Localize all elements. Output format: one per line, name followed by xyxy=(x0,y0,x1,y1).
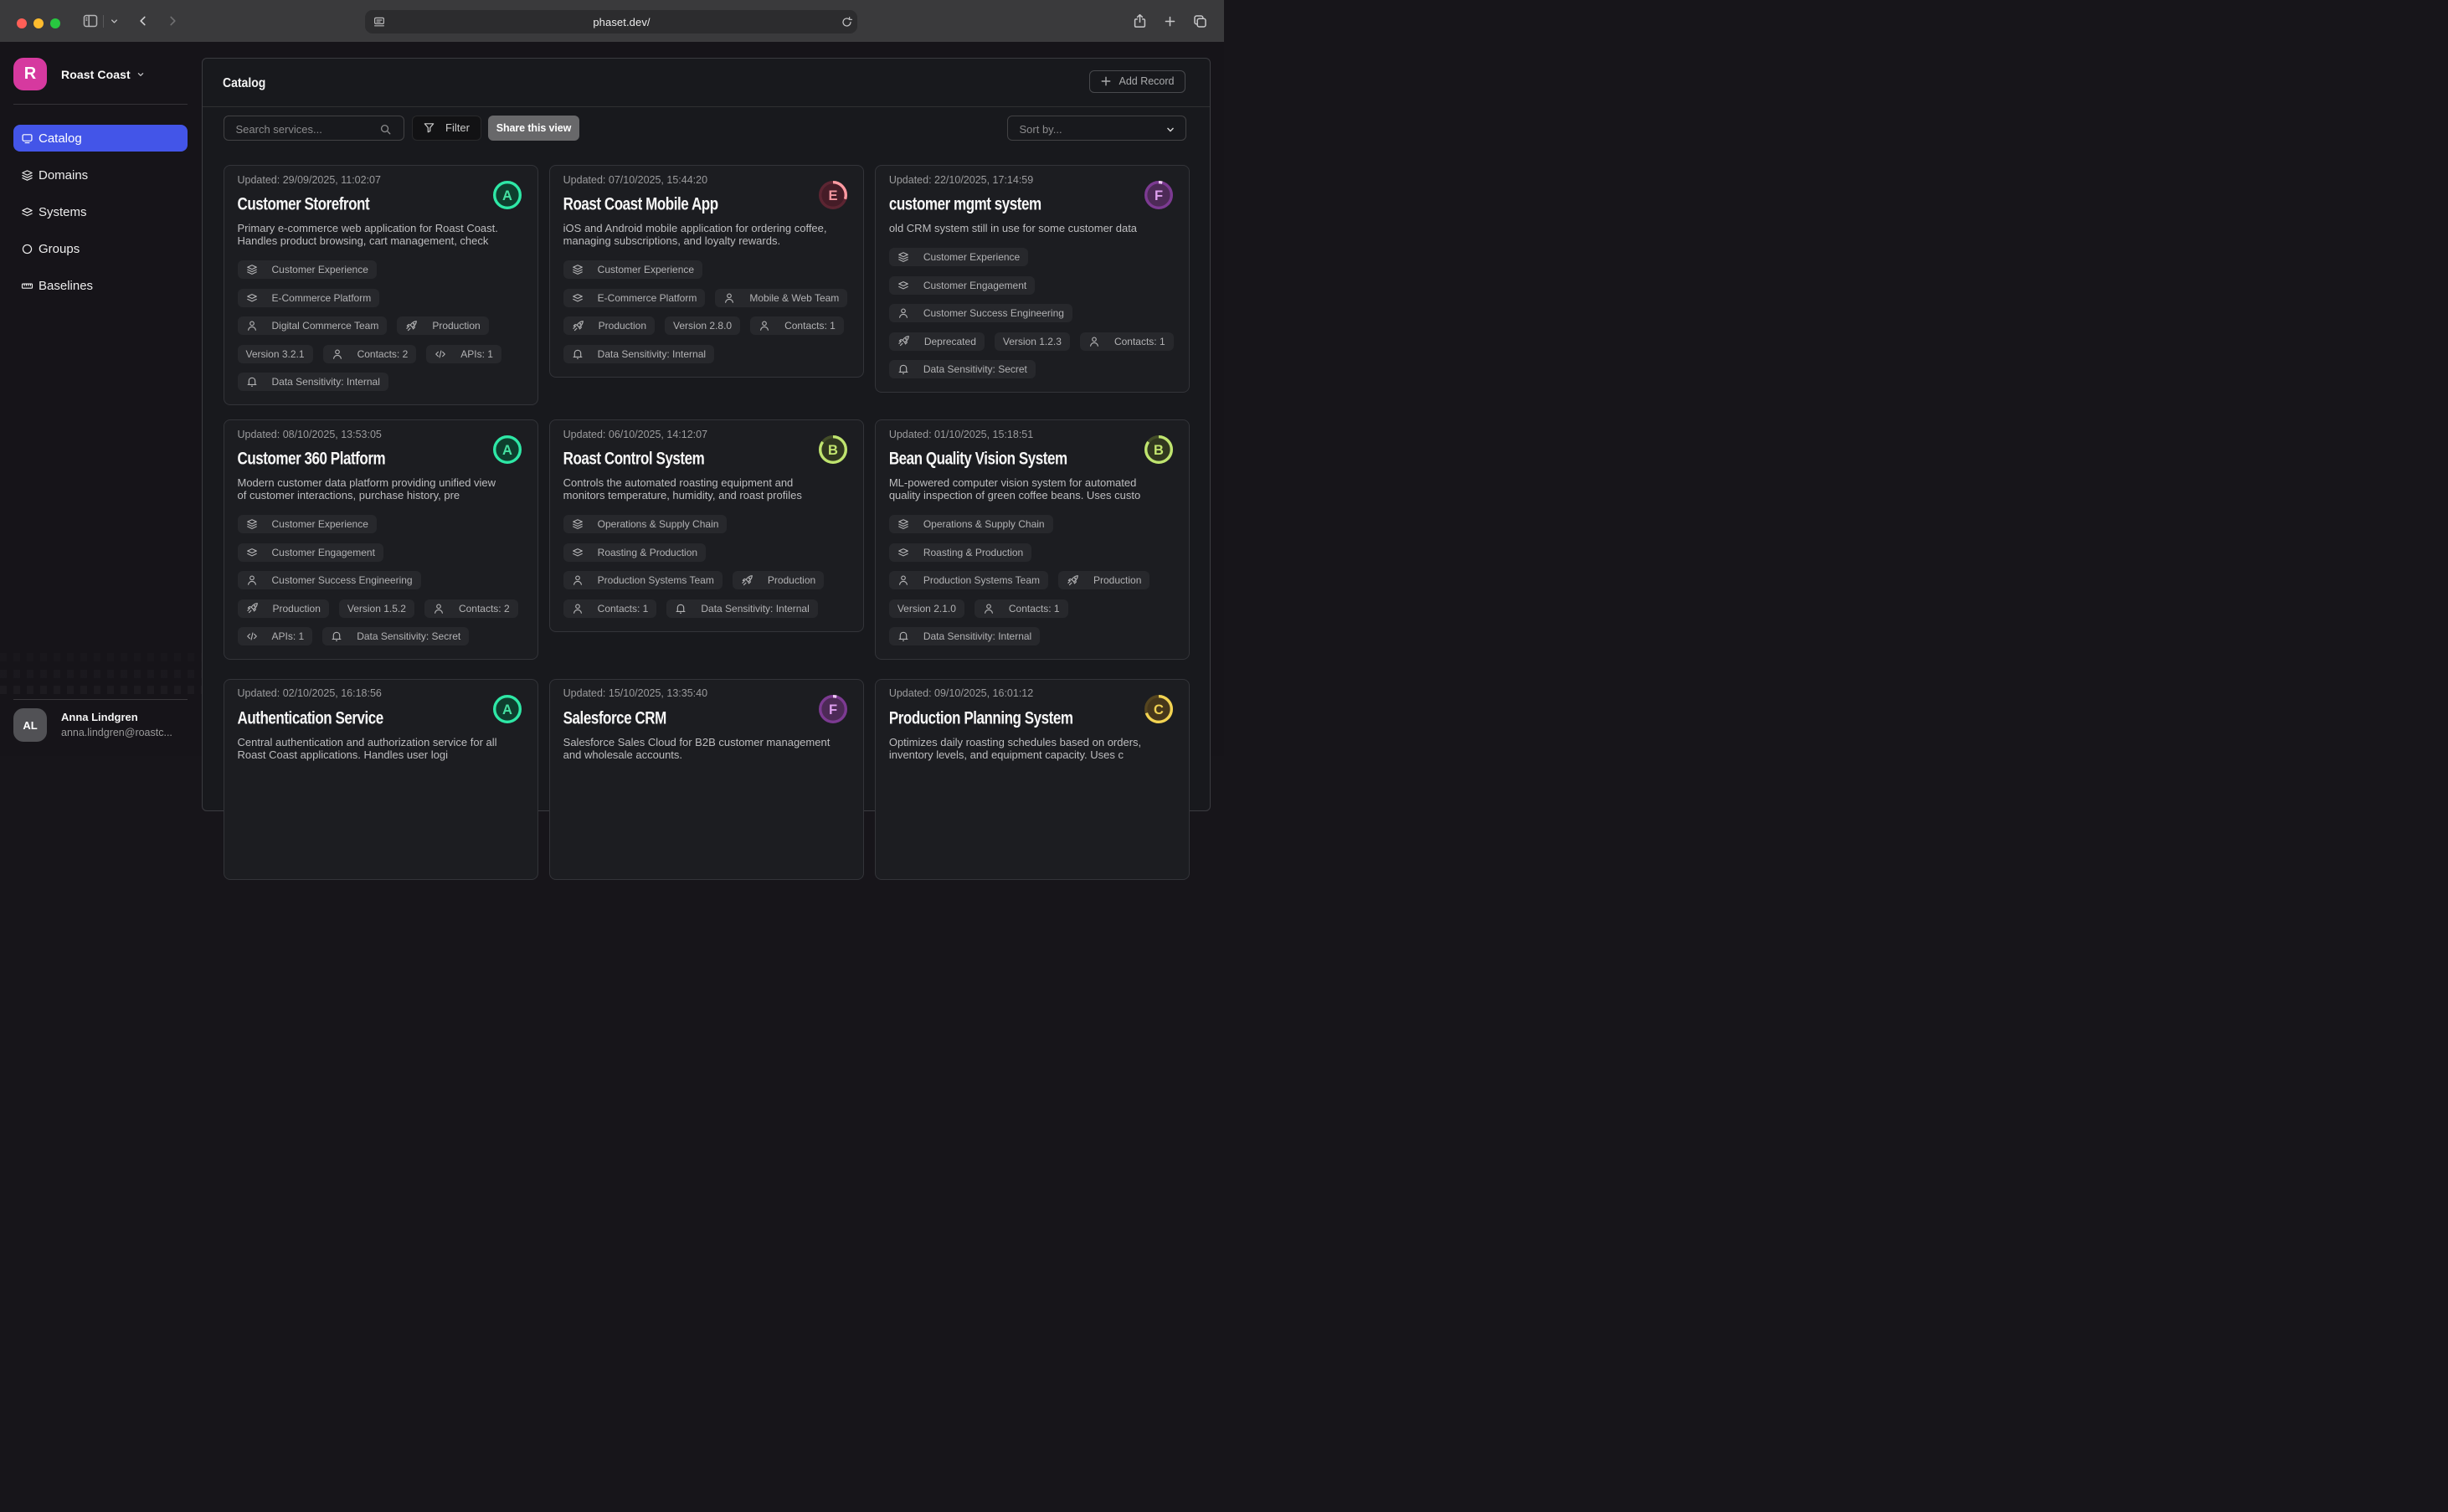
svg-text:F: F xyxy=(829,702,837,717)
svg-text:B: B xyxy=(828,443,838,458)
svg-text:A: A xyxy=(502,702,512,717)
svg-text:A: A xyxy=(502,188,512,203)
svg-text:F: F xyxy=(1155,188,1163,203)
svg-text:B: B xyxy=(1155,443,1165,458)
svg-text:E: E xyxy=(829,188,838,203)
svg-text:A: A xyxy=(502,443,512,458)
svg-text:C: C xyxy=(1155,702,1165,717)
